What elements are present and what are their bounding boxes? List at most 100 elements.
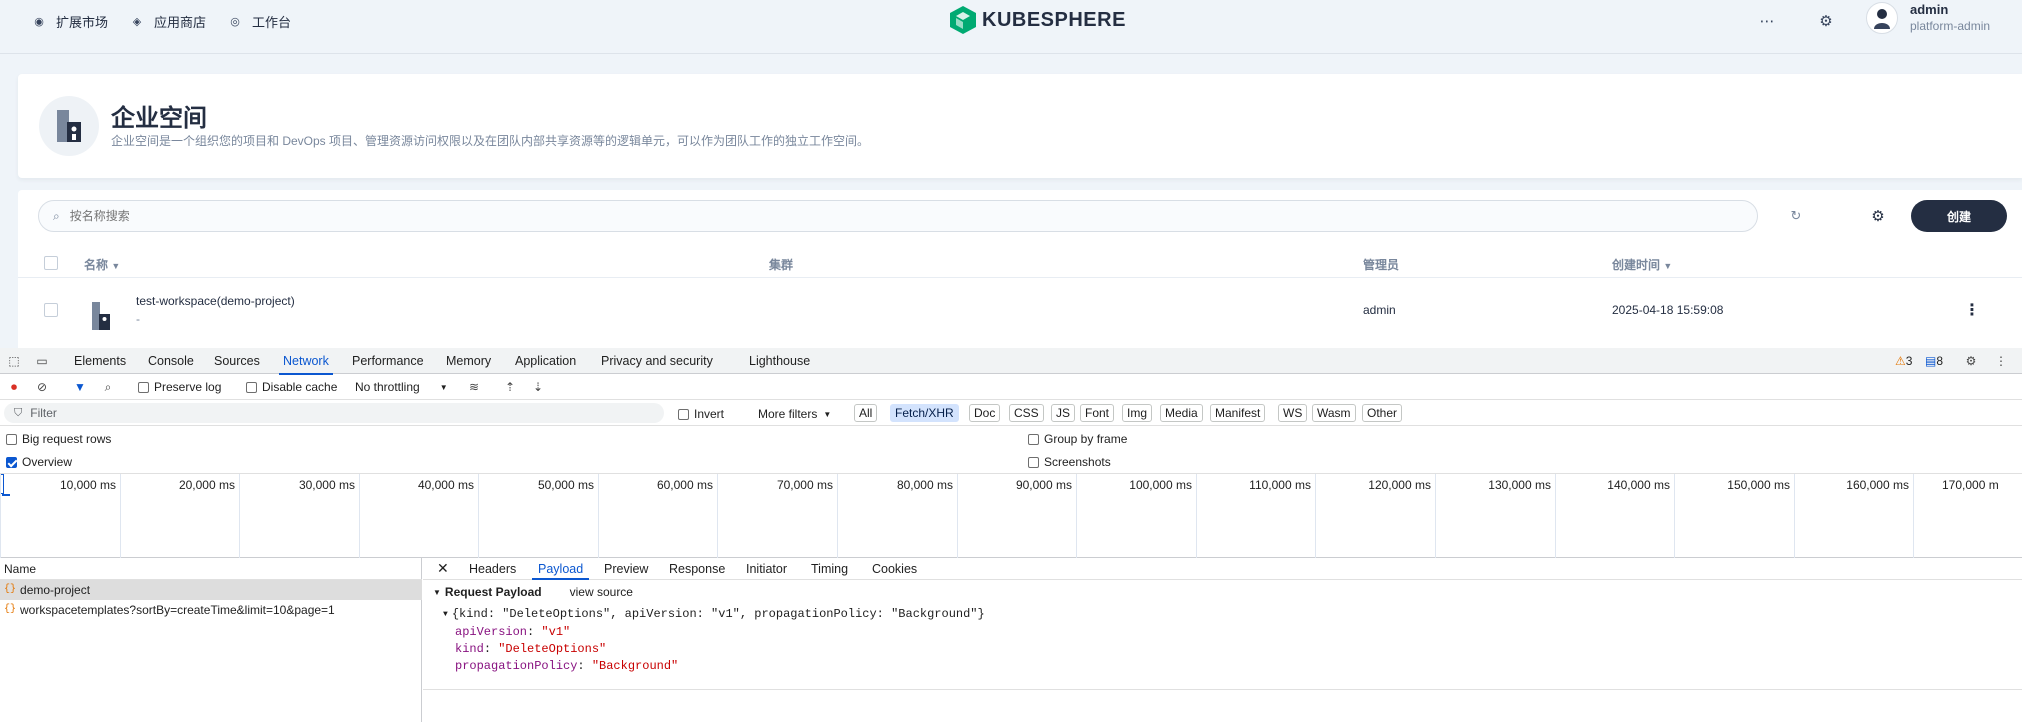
settings-gear-icon[interactable]: ⚙ [1815, 10, 1837, 32]
tab-headers[interactable]: Headers [469, 562, 516, 576]
tab-network[interactable]: Network [279, 354, 333, 375]
close-icon[interactable]: ✕ [437, 560, 449, 577]
filter-icon[interactable]: ▼ [72, 379, 88, 395]
overview-checkbox[interactable]: Overview [6, 455, 72, 469]
filter-type-js[interactable]: JS [1051, 404, 1076, 422]
payload-field: kind: "DeleteOptions" [455, 642, 607, 656]
disable-cache-box[interactable] [246, 381, 257, 393]
preserve-log-box[interactable] [138, 381, 149, 393]
tab-lighthouse[interactable]: Lighthouse [749, 354, 810, 368]
row-checkbox[interactable] [44, 303, 58, 317]
collapse-triangle-icon[interactable]: ▼ [433, 588, 441, 597]
tab-privacy-security[interactable]: Privacy and security [601, 354, 713, 368]
field-key: apiVersion [455, 625, 528, 639]
group-by-frame-box[interactable] [1028, 433, 1039, 445]
invert-checkbox[interactable]: Invert [678, 407, 724, 421]
more-apps-icon[interactable]: ⋯ [1756, 10, 1778, 32]
tab-initiator[interactable]: Initiator [746, 562, 787, 576]
group-by-frame-checkbox[interactable]: Group by frame [1028, 432, 1127, 446]
request-row[interactable]: {} demo-project [0, 580, 422, 600]
search-bar[interactable]: ⌕ [38, 200, 1758, 232]
invert-box[interactable] [678, 408, 689, 420]
col-name[interactable]: 名称 ▼ [84, 256, 120, 273]
tab-elements[interactable]: Elements [74, 354, 126, 368]
create-button[interactable]: 创建 [1911, 200, 2007, 232]
table-settings-gear-icon[interactable]: ⚙ [1868, 206, 1888, 226]
user-menu[interactable]: admin platform-admin [1866, 2, 1990, 34]
tab-payload[interactable]: Payload [531, 562, 590, 580]
request-row[interactable]: {} workspacetemplates?sortBy=createTime&… [0, 600, 422, 620]
device-toolbar-icon[interactable]: ▭ [34, 353, 50, 369]
tab-timing[interactable]: Timing [811, 562, 848, 576]
search-icon[interactable]: ⌕ [100, 379, 116, 395]
filter-type-media[interactable]: Media [1160, 404, 1203, 422]
sort-down-icon: ▼ [1663, 261, 1673, 271]
devtools-panel: ⬚ ▭ Elements Console Sources Network Per… [0, 348, 2022, 722]
filter-type-other[interactable]: Other [1362, 404, 1403, 422]
select-all-checkbox[interactable] [44, 256, 58, 270]
nav-app-store[interactable]: ◈ 应用商店 [130, 11, 206, 31]
more-actions-icon[interactable]: ⋮ [1964, 300, 1980, 320]
workspace-list-panel: ⌕ ↻ ⚙ 创建 名称 ▼ 集群 管理员 创建时间 ▼ test-workspa… [18, 190, 2022, 348]
disable-cache-checkbox[interactable]: Disable cache [246, 380, 337, 394]
messages-badge[interactable]: ▤8 [1925, 354, 1943, 368]
nav-extensions-label: 扩展市场 [56, 14, 109, 30]
name-column-header[interactable]: Name [0, 558, 422, 580]
workspace-name[interactable]: test-workspace(demo-project) [136, 294, 295, 308]
tab-response[interactable]: Response [669, 562, 725, 576]
detail-tabbar: ✕ Headers Payload Preview Response Initi… [423, 558, 2022, 580]
request-name: workspacetemplates?sortBy=createTime&lim… [20, 603, 335, 617]
payload-title[interactable]: Request Payload [445, 585, 542, 599]
nav-workbench[interactable]: ◎ 工作台 [228, 11, 291, 31]
refresh-icon[interactable]: ↻ [1786, 206, 1806, 226]
tab-application[interactable]: Application [515, 354, 576, 368]
expand-triangle-icon[interactable]: ▼ [443, 610, 448, 619]
screenshots-checkbox[interactable]: Screenshots [1028, 455, 1111, 469]
clear-icon[interactable]: ⊘ [34, 379, 50, 395]
search-input[interactable] [69, 209, 670, 223]
tab-cookies[interactable]: Cookies [872, 562, 917, 576]
timeline-tick: 110,000 ms [1196, 474, 1315, 558]
network-overview-timeline[interactable]: 10,000 ms 20,000 ms 30,000 ms 40,000 ms … [0, 474, 2022, 558]
big-rows-box[interactable] [6, 433, 17, 445]
filter-type-font[interactable]: Font [1080, 404, 1115, 422]
filter-type-css[interactable]: CSS [1009, 404, 1044, 422]
tab-memory[interactable]: Memory [446, 354, 491, 368]
user-avatar-icon [1874, 9, 1890, 29]
timeline-tick: 30,000 ms [239, 474, 359, 558]
nav-extensions[interactable]: ◉ 扩展市场 [32, 11, 108, 31]
table-row[interactable]: test-workspace(demo-project) - admin 202… [18, 286, 2022, 346]
tab-console[interactable]: Console [148, 354, 194, 368]
payload-summary[interactable]: {kind: "DeleteOptions", apiVersion: "v1"… [452, 607, 985, 621]
tab-sources[interactable]: Sources [214, 354, 260, 368]
throttling-select[interactable]: No throttling ▼ [355, 380, 448, 394]
network-toolbar: ⏺ ⊘ ▼ ⌕ Preserve log Disable cache No th… [0, 374, 2022, 400]
more-filters-dropdown[interactable]: More filters ▼ [758, 407, 831, 421]
page-banner: 企业空间 企业空间是一个组织您的项目和 DevOps 项目、管理资源访问权限以及… [18, 74, 2022, 178]
record-icon[interactable]: ⏺ [6, 379, 22, 395]
filter-type-doc[interactable]: Doc [969, 404, 1001, 422]
filter-type-ws[interactable]: WS [1278, 404, 1308, 422]
preserve-log-checkbox[interactable]: Preserve log [138, 380, 221, 394]
filter-type-img[interactable]: Img [1122, 404, 1153, 422]
view-source-link[interactable]: view source [570, 585, 633, 599]
filter-type-wasm[interactable]: Wasm [1312, 404, 1356, 422]
network-conditions-icon[interactable]: ≋ [466, 379, 482, 395]
tab-performance[interactable]: Performance [352, 354, 424, 368]
import-har-icon[interactable]: ⇡ [502, 379, 518, 395]
kubesphere-logo[interactable]: KUBESPHERE [950, 6, 1126, 34]
filter-type-all[interactable]: All [854, 404, 878, 422]
tab-preview[interactable]: Preview [604, 562, 648, 576]
filter-input[interactable]: ⛉ Filter [4, 403, 664, 423]
devtools-settings-icon[interactable]: ⚙ [1963, 353, 1979, 369]
inspect-element-icon[interactable]: ⬚ [6, 353, 22, 369]
warnings-badge[interactable]: ⚠3 [1895, 354, 1912, 368]
export-har-icon[interactable]: ⇣ [530, 379, 546, 395]
col-created[interactable]: 创建时间 ▼ [1612, 256, 1672, 273]
big-rows-checkbox[interactable]: Big request rows [6, 432, 111, 446]
filter-type-fetch-xhr[interactable]: Fetch/XHR [890, 404, 959, 422]
overview-box[interactable] [6, 456, 17, 468]
filter-type-manifest[interactable]: Manifest [1210, 404, 1266, 422]
screenshots-box[interactable] [1028, 456, 1039, 468]
devtools-menu-icon[interactable]: ⋮ [1993, 353, 2009, 369]
